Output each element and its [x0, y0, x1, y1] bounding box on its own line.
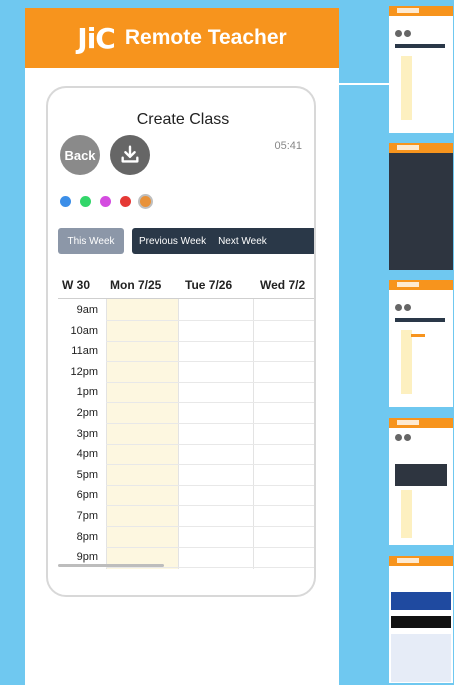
thumbnail-modal	[395, 464, 447, 486]
this-week-button[interactable]: This Week	[58, 228, 124, 254]
next-week-button[interactable]: Next Week	[218, 236, 267, 247]
calendar-grid: W 30 Mon 7/25 Tue 7/26 Wed 7/2 9am 10am 11…	[58, 274, 314, 574]
thumbnail-logo	[397, 282, 419, 287]
time-label: 11am	[71, 345, 98, 358]
thumbnail-column	[401, 490, 412, 538]
thumbnail-banner	[389, 556, 453, 566]
thumbnail-button	[395, 434, 402, 441]
time-row: 8pm	[58, 527, 314, 547]
thumbnail-logo	[397, 145, 419, 150]
thumbnail-dark-form[interactable]	[389, 143, 453, 270]
time-row: 9am	[58, 300, 314, 320]
time-label: 2pm	[76, 407, 98, 419]
color-dot-blue[interactable]	[60, 196, 71, 207]
previous-week-button[interactable]: Previous Week	[139, 236, 206, 247]
time-row: 4pm	[58, 444, 314, 464]
time-row: 1pm	[58, 382, 314, 402]
time-label: 4pm	[76, 448, 98, 461]
time-row: 7pm	[58, 506, 314, 526]
download-icon	[121, 145, 139, 163]
time-label: 8pm	[76, 530, 98, 543]
jic-logo: JiC	[77, 21, 116, 55]
thumbnail-button	[404, 30, 411, 37]
thumbnail-nav	[395, 44, 445, 48]
thumbnail-nav	[395, 318, 445, 322]
connector-line	[339, 83, 389, 85]
thumbnail-button	[395, 30, 402, 37]
thumbnail-table-header	[391, 592, 451, 610]
thumbnail-logo	[397, 8, 419, 13]
thumbnail-blue-table[interactable]	[389, 556, 453, 683]
day-header-tue[interactable]: Tue 7/26	[185, 274, 232, 296]
color-dot-orange[interactable]	[140, 196, 151, 207]
thumbnail-button	[404, 434, 411, 441]
time-label: 1pm	[76, 386, 98, 399]
thumbnail-schedule[interactable]	[389, 280, 453, 407]
time-label: 10am	[70, 324, 98, 337]
thumbnail-create-class[interactable]	[389, 6, 453, 133]
thumbnail-banner	[389, 143, 453, 153]
color-dot-magenta[interactable]	[100, 196, 111, 207]
thumbnail-dialog[interactable]	[389, 418, 453, 545]
time-label: 3pm	[76, 427, 98, 440]
week-nav: Previous Week Next Week	[132, 228, 314, 254]
horizontal-scrollbar[interactable]	[58, 564, 164, 567]
app-title: Remote Teacher	[124, 26, 287, 49]
time-label: 7pm	[76, 510, 98, 522]
thumbnail-column	[401, 330, 412, 394]
time-label: 9am	[76, 304, 98, 316]
time-row: 6pm	[58, 485, 314, 505]
time-row: 3pm	[58, 424, 314, 444]
clock-time: 05:41	[274, 140, 302, 152]
header-divider	[58, 298, 314, 299]
thumbnail-banner	[389, 280, 453, 290]
time-row: 2pm	[58, 403, 314, 423]
time-row: 11am	[58, 341, 314, 361]
app-banner: JiC Remote Teacher	[25, 8, 339, 68]
time-row: 10am	[58, 321, 314, 341]
thumbnail-banner	[389, 6, 453, 16]
thumbnail-banner	[389, 418, 453, 428]
thumbnail-logo	[397, 420, 419, 425]
color-dot-green[interactable]	[80, 196, 91, 207]
thumbnail-table-body	[391, 634, 451, 682]
thumbnail-button	[404, 304, 411, 311]
time-label: 6pm	[76, 489, 98, 502]
color-dot-red[interactable]	[120, 196, 131, 207]
day-header-wed[interactable]: Wed 7/2	[260, 274, 305, 296]
time-label: 5pm	[76, 468, 98, 481]
thumbnail-dialog	[391, 616, 451, 628]
thumbnail-column	[401, 56, 412, 120]
week-number: W 30	[62, 278, 91, 292]
day-header-mon[interactable]: Mon 7/25	[110, 274, 161, 296]
thumbnail-dark-body	[389, 153, 453, 270]
thumbnail-button	[395, 304, 402, 311]
back-button[interactable]: Back	[60, 135, 100, 175]
thumbnail-logo	[397, 558, 419, 563]
page-title: Create Class	[136, 111, 230, 128]
download-button[interactable]	[110, 135, 150, 175]
time-row: 12pm	[58, 362, 314, 382]
phone-frame: Create Class Back 05:41 This Week Previo…	[46, 86, 316, 597]
time-label: 12pm	[70, 365, 98, 378]
grid-line	[106, 567, 314, 569]
time-row: 5pm	[58, 465, 314, 485]
thumbnail-event	[411, 334, 425, 337]
